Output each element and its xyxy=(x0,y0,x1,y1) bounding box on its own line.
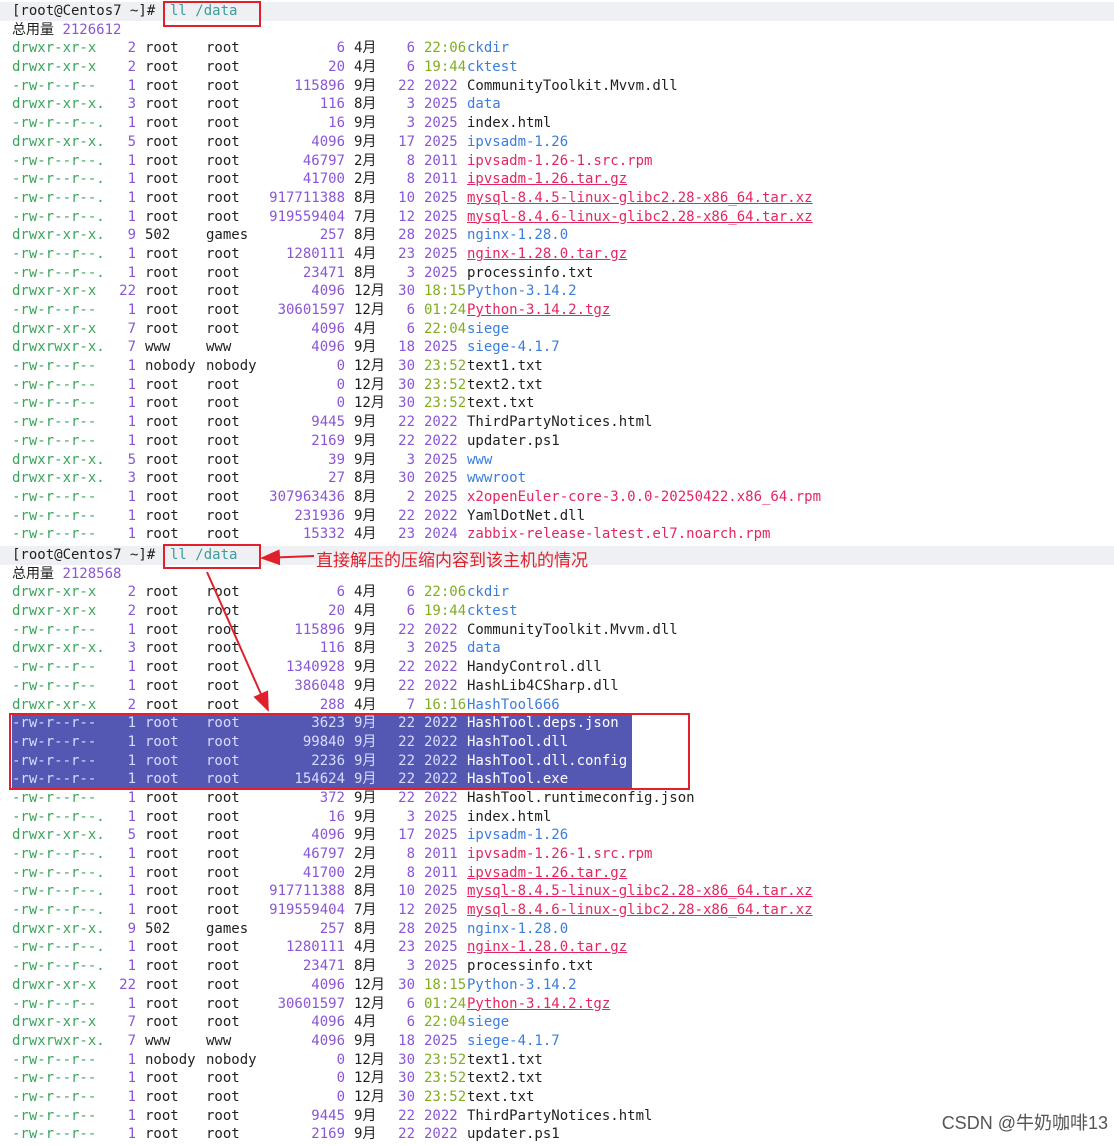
arrow-to-command xyxy=(260,549,315,566)
arrow-to-extracted-files xyxy=(206,571,269,712)
annotation-arrows xyxy=(206,549,315,712)
watermark: CSDN @牛奶咖啡13 xyxy=(941,1113,1108,1133)
annotation-text: 直接解压的压缩内容到该主机的情况 xyxy=(316,551,588,571)
